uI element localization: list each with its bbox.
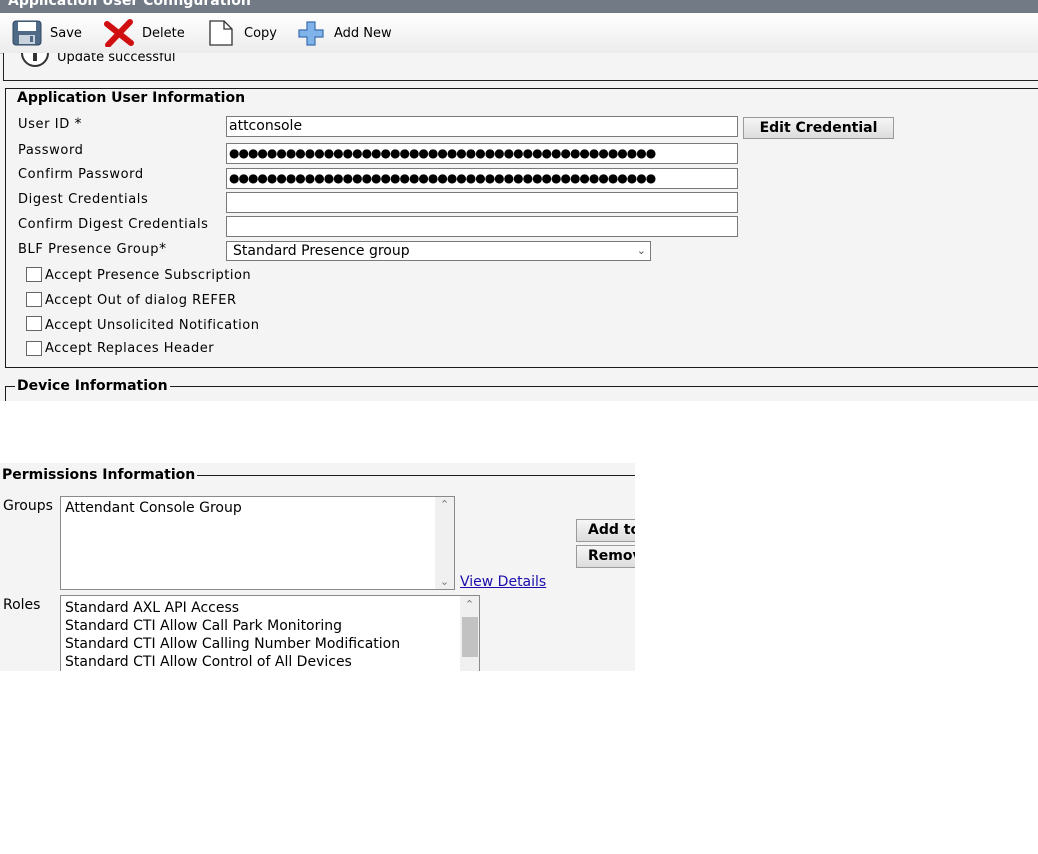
required-marker: * xyxy=(159,241,167,257)
roles-label: Roles xyxy=(3,597,41,613)
confirm-digest-credentials-input[interactable] xyxy=(226,216,738,237)
roles-listbox: Standard AXL API Access Standard CTI All… xyxy=(60,595,480,671)
roles-scrollbar[interactable]: ⌃ xyxy=(460,596,479,671)
status-message: Update successful xyxy=(57,53,176,65)
confirm-password-input[interactable]: ●●●●●●●●●●●●●●●●●●●●●●●●●●●●●●●●●●●●●●●●… xyxy=(226,168,738,189)
password-input[interactable]: ●●●●●●●●●●●●●●●●●●●●●●●●●●●●●●●●●●●●●●●●… xyxy=(226,143,738,164)
groups-scrollbar[interactable]: ⌃ ⌄ xyxy=(435,497,454,589)
blf-presence-group-value: Standard Presence group xyxy=(233,243,410,259)
accept-replaces-header-checkbox[interactable] xyxy=(26,341,42,356)
list-item: Standard AXL API Access xyxy=(65,600,240,616)
edit-credential-button[interactable]: Edit Credential xyxy=(743,117,894,139)
toolbar: Save Delete Copy Add New xyxy=(0,13,1038,54)
password-label: Password xyxy=(18,143,84,158)
save-icon xyxy=(12,19,42,47)
required-marker: * xyxy=(74,116,83,132)
delete-button[interactable]: Delete xyxy=(104,19,185,48)
list-item[interactable]: Attendant Console Group xyxy=(65,500,242,516)
application-user-config-panel: Application User Configuration Save Dele… xyxy=(0,0,1038,401)
accept-out-of-dialog-refer-checkbox[interactable] xyxy=(26,292,42,307)
accept-presence-subscription-label: Accept Presence Subscription xyxy=(45,268,252,283)
list-item: Standard CTI Allow Call Park Monitoring xyxy=(65,618,343,634)
confirm-digest-credentials-label: Confirm Digest Credentials xyxy=(18,217,209,232)
accept-out-of-dialog-refer-label: Accept Out of dialog REFER xyxy=(45,293,237,308)
copy-icon xyxy=(206,19,236,47)
groups-label: Groups xyxy=(3,498,53,514)
delete-icon xyxy=(104,19,134,48)
scrollbar-thumb[interactable] xyxy=(462,617,478,657)
scroll-up-icon[interactable]: ⌃ xyxy=(435,498,454,511)
scroll-down-icon[interactable]: ⌄ xyxy=(435,575,454,588)
device-information-legend: Device Information xyxy=(15,378,170,394)
groups-listbox[interactable]: Attendant Console Group ⌃ ⌄ xyxy=(60,496,455,590)
scroll-up-icon[interactable]: ⌃ xyxy=(460,598,479,611)
remove-from-access-control-group-button[interactable]: Remov xyxy=(576,545,635,568)
page-title: Application User Configuration xyxy=(8,0,251,9)
add-new-label: Add New xyxy=(334,25,392,41)
accept-replaces-header-label: Accept Replaces Header xyxy=(45,341,215,356)
view-details-link[interactable]: View Details xyxy=(460,574,546,590)
accept-unsolicited-notification-checkbox[interactable] xyxy=(26,316,42,331)
user-id-input[interactable]: attconsole xyxy=(226,116,738,137)
status-area: Update successful xyxy=(3,53,1038,81)
user-id-label: User ID * xyxy=(18,116,82,132)
chevron-down-icon: ⌄ xyxy=(636,244,646,257)
copy-label: Copy xyxy=(244,25,277,41)
add-new-button[interactable]: Add New xyxy=(296,19,392,47)
add-to-access-control-group-button[interactable]: Add to xyxy=(576,519,635,542)
accept-presence-subscription-checkbox[interactable] xyxy=(26,267,42,282)
list-item: Standard CTI Allow Control of All Device… xyxy=(65,654,352,670)
blf-presence-group-label-text: BLF Presence Group xyxy=(18,242,160,257)
page-title-bar: Application User Configuration xyxy=(0,0,1038,13)
delete-label: Delete xyxy=(142,25,185,41)
blf-presence-group-select[interactable]: Standard Presence group ⌄ xyxy=(226,241,651,261)
user-id-label-text: User ID xyxy=(18,117,70,132)
blf-presence-group-label: BLF Presence Group* xyxy=(18,241,167,257)
list-item: Standard CTI Allow Calling Number Modifi… xyxy=(65,636,401,652)
copy-button[interactable]: Copy xyxy=(206,19,277,47)
save-label: Save xyxy=(50,25,82,41)
application-user-information-legend: Application User Information xyxy=(15,90,248,106)
permissions-information-panel: Permissions Information Groups Attendant… xyxy=(0,463,635,671)
digest-credentials-label: Digest Credentials xyxy=(18,192,149,207)
add-icon xyxy=(296,19,326,47)
permissions-information-legend: Permissions Information xyxy=(0,467,198,483)
confirm-password-label: Confirm Password xyxy=(18,167,144,182)
digest-credentials-input[interactable] xyxy=(226,192,738,213)
accept-unsolicited-notification-label: Accept Unsolicited Notification xyxy=(45,318,260,333)
info-icon xyxy=(20,53,50,69)
save-button[interactable]: Save xyxy=(12,19,82,47)
